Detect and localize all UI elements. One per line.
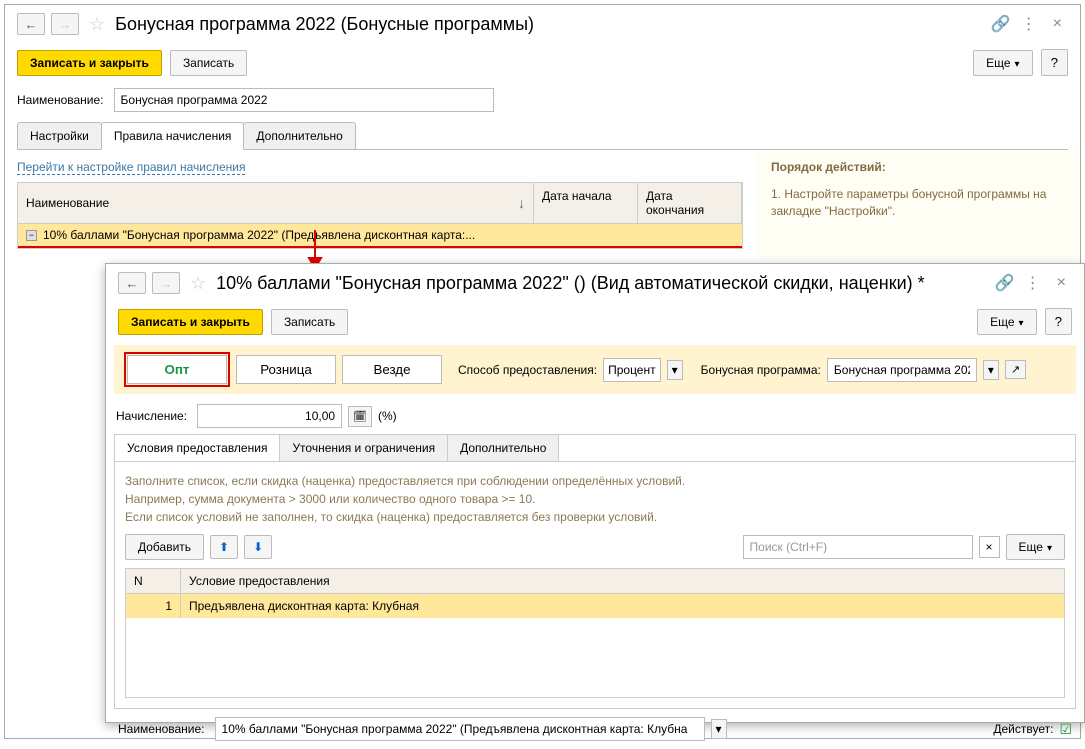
prog-open-icon[interactable]: ↗ [1005, 360, 1026, 379]
bottom-name-label: Наименование: [118, 722, 205, 736]
tab-rules[interactable]: Правила начисления [101, 122, 245, 150]
back-button[interactable]: ← [118, 272, 146, 294]
seg-retail[interactable]: Розница [236, 355, 336, 384]
help-button[interactable]: ? [1041, 49, 1068, 76]
prog-label: Бонусная программа: [701, 363, 821, 377]
search-input[interactable]: Поиск (Ctrl+F) [743, 535, 973, 559]
col-end[interactable]: Дата окончания [638, 183, 742, 223]
mode-select[interactable]: Процент [603, 358, 661, 382]
more-button[interactable]: Еще▾ [973, 50, 1032, 76]
save-close-button[interactable]: Записать и закрыть [118, 309, 263, 335]
col-name[interactable]: Наименование↓ [18, 183, 534, 223]
side-title: Порядок действий: [771, 160, 1064, 174]
favorite-icon[interactable]: ☆ [190, 273, 206, 294]
sort-icon: ↓ [518, 195, 525, 211]
help-line: Например, сумма документа > 3000 или кол… [125, 490, 1065, 508]
help-line: Если список условий не заполнен, то скид… [125, 508, 1065, 526]
configure-rules-link[interactable]: Перейти к настройке правил начисления [17, 160, 245, 175]
side-text: 1. Настройте параметры бонусной программ… [771, 186, 1064, 220]
save-button[interactable]: Записать [170, 50, 247, 76]
accrual-unit: (%) [378, 409, 397, 423]
subtab-additional[interactable]: Дополнительно [448, 435, 559, 461]
link-icon[interactable]: 🔗 [995, 273, 1015, 293]
tab-additional[interactable]: Дополнительно [243, 122, 355, 149]
help-line: Заполните список, если скидка (наценка) … [125, 472, 1065, 490]
favorite-icon[interactable]: ☆ [89, 14, 105, 35]
mode-dropdown-icon[interactable]: ▾ [667, 360, 683, 380]
highlight-line [18, 246, 742, 248]
prog-input[interactable] [827, 358, 977, 382]
prog-dropdown-icon[interactable]: ▾ [983, 360, 999, 380]
subtab-conditions[interactable]: Условия предоставления [115, 435, 280, 461]
window-title: Бонусная программа 2022 (Бонусные програ… [115, 14, 985, 35]
name-input[interactable] [114, 88, 494, 112]
accrual-label: Начисление: [116, 409, 187, 423]
col-start[interactable]: Дата начала [534, 183, 638, 223]
highlight-box: Опт [124, 352, 230, 387]
forward-button[interactable]: → [152, 272, 180, 294]
back-button[interactable]: ← [17, 13, 45, 35]
save-close-button[interactable]: Записать и закрыть [17, 50, 162, 76]
table-row[interactable]: 1 Предъявлена дисконтная карта: Клубная [126, 594, 1064, 618]
menu-icon[interactable]: ⋮ [1025, 273, 1041, 293]
seg-opt[interactable]: Опт [127, 355, 227, 384]
forward-button[interactable]: → [51, 13, 79, 35]
col-n[interactable]: N [126, 569, 181, 593]
save-button[interactable]: Записать [271, 309, 348, 335]
seg-everywhere[interactable]: Везде [342, 355, 442, 384]
more-button[interactable]: Еще▾ [977, 309, 1036, 335]
name-label: Наименование: [17, 93, 104, 107]
search-clear-button[interactable]: × [979, 536, 1000, 558]
subtab-refinements[interactable]: Уточнения и ограничения [280, 435, 448, 461]
calculator-icon[interactable]: 🗓 [348, 406, 372, 427]
dropdown-icon[interactable]: ▾ [711, 719, 727, 739]
collapse-icon[interactable]: − [26, 230, 37, 241]
move-down-button[interactable]: ⬇ [244, 535, 272, 559]
close-icon[interactable]: × [1047, 13, 1068, 35]
add-button[interactable]: Добавить [125, 534, 204, 560]
link-icon[interactable]: 🔗 [991, 14, 1011, 34]
mode-label: Способ предоставления: [458, 363, 597, 377]
help-button[interactable]: ? [1045, 308, 1072, 335]
active-checkbox[interactable]: ☑ [1059, 721, 1072, 738]
tab-settings[interactable]: Настройки [17, 122, 102, 149]
col-condition[interactable]: Условие предоставления [181, 569, 1064, 593]
move-up-button[interactable]: ⬆ [210, 535, 238, 559]
window-title: 10% баллами "Бонусная программа 2022" ()… [216, 273, 989, 294]
bottom-name-input[interactable] [215, 717, 705, 741]
more-button[interactable]: Еще▾ [1006, 534, 1065, 560]
menu-icon[interactable]: ⋮ [1021, 14, 1037, 34]
accrual-input[interactable] [197, 404, 342, 428]
close-icon[interactable]: × [1051, 272, 1072, 294]
active-label: Действует: [993, 722, 1053, 736]
table-row[interactable]: − 10% баллами "Бонусная программа 2022" … [18, 224, 742, 246]
